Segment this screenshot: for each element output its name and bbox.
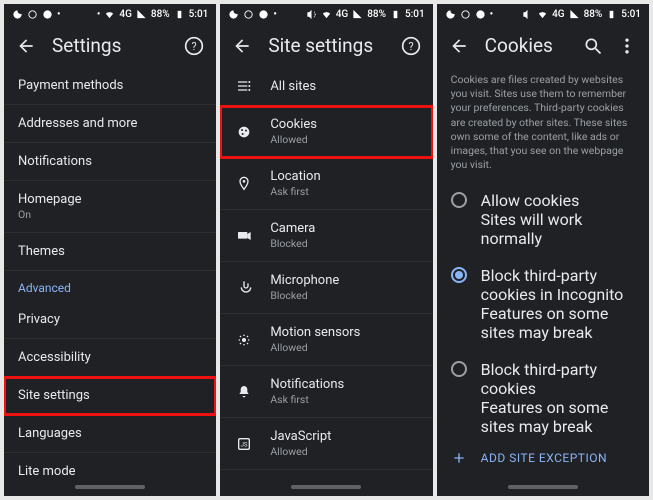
moon-icon: [445, 9, 456, 20]
row-icon: [234, 384, 254, 400]
app-bar: Settings ?: [4, 24, 216, 67]
app-bar: Site settings ?: [220, 24, 432, 67]
row-icon: [234, 228, 254, 244]
list-item[interactable]: Lite modeOff: [4, 453, 216, 478]
svg-text:?: ?: [408, 40, 413, 53]
settings-list: Payment methodsAddresses and moreNotific…: [4, 67, 216, 478]
list-item[interactable]: Languages: [4, 415, 216, 453]
search-icon[interactable]: [583, 36, 603, 56]
battery-icon: [606, 9, 617, 20]
page-title: Settings: [52, 34, 168, 57]
chat-icon: [475, 9, 486, 20]
sync-icon: [243, 9, 254, 20]
add-site-exception[interactable]: ADD SITE EXCEPTION: [437, 438, 649, 478]
sync-icon: [460, 9, 471, 20]
nav-bar: [4, 478, 216, 496]
list-item[interactable]: All sites: [220, 67, 432, 106]
wifi-icon: [321, 9, 332, 20]
list-item[interactable]: CookiesAllowed: [220, 106, 432, 158]
signal-icon: [569, 9, 580, 20]
list-item[interactable]: CameraBlocked: [220, 210, 432, 262]
help-icon[interactable]: ?: [401, 36, 421, 56]
row-icon: JS: [234, 436, 254, 452]
radio-option[interactable]: Allow cookiesSites will work normally: [437, 182, 649, 257]
status-bar: • 4G 88% 5:01: [220, 4, 432, 24]
row-icon: [234, 332, 254, 348]
list-item[interactable]: HomepageOn: [4, 181, 216, 233]
app-bar: Cookies: [437, 24, 649, 67]
nav-bar: [437, 478, 649, 496]
chat-icon: [258, 9, 269, 20]
mute-icon: [522, 9, 533, 20]
back-icon[interactable]: [16, 36, 36, 56]
row-icon: [234, 280, 254, 296]
back-icon[interactable]: [449, 36, 469, 56]
list-item[interactable]: Notifications: [4, 143, 216, 181]
advanced-label[interactable]: Advanced: [4, 271, 216, 301]
chat-icon: [42, 9, 53, 20]
row-icon: [234, 78, 254, 94]
status-bar: • • 4G 88% 5:01: [4, 4, 216, 24]
radio-option[interactable]: Block third-party cookiesFeatures on som…: [437, 351, 649, 438]
help-icon[interactable]: ?: [184, 36, 204, 56]
menu-icon[interactable]: [617, 36, 637, 56]
moon-icon: [12, 9, 23, 20]
site-settings-screen: • 4G 88% 5:01 Site settings ? All sitesC…: [220, 4, 432, 496]
svg-text:?: ?: [192, 40, 197, 53]
signal-icon: [352, 9, 363, 20]
list-item[interactable]: JSJavaScriptAllowed: [220, 418, 432, 470]
list-item[interactable]: Privacy: [4, 301, 216, 339]
list-item[interactable]: Accessibility: [4, 339, 216, 377]
radio-icon: [451, 361, 467, 377]
back-icon[interactable]: [232, 36, 252, 56]
signal-icon: [136, 9, 147, 20]
add-site-label: ADD SITE EXCEPTION: [481, 451, 607, 465]
svg-text:JS: JS: [241, 441, 248, 448]
list-item[interactable]: Payment methods: [4, 67, 216, 105]
radio-icon: [451, 192, 467, 208]
battery-icon: [174, 9, 185, 20]
row-icon: [234, 176, 254, 192]
radio-option[interactable]: Block third-party cookies in IncognitoFe…: [437, 257, 649, 351]
cookies-screen: • 4G 88% 5:01 Cookies Cookies are files …: [437, 4, 649, 496]
list-item[interactable]: MicrophoneBlocked: [220, 262, 432, 314]
list-item[interactable]: Pop-ups and redirectsBlocked: [220, 470, 432, 478]
wifi-icon: [104, 9, 115, 20]
site-settings-list: All sitesCookiesAllowedLocationAsk first…: [220, 67, 432, 478]
settings-screen: • • 4G 88% 5:01 Settings ? Payment metho…: [4, 4, 216, 496]
list-item[interactable]: Themes: [4, 233, 216, 271]
list-item[interactable]: Motion sensorsAllowed: [220, 314, 432, 366]
status-bar: • 4G 88% 5:01: [437, 4, 649, 24]
nav-bar: [220, 478, 432, 496]
battery-icon: [390, 9, 401, 20]
wifi-icon: [537, 9, 548, 20]
moon-icon: [228, 9, 239, 20]
list-item[interactable]: Addresses and more: [4, 105, 216, 143]
list-item[interactable]: LocationAsk first: [220, 158, 432, 210]
mute-icon: [306, 9, 317, 20]
cookies-options: Allow cookiesSites will work normallyBlo…: [437, 182, 649, 438]
list-item[interactable]: NotificationsAsk first: [220, 366, 432, 418]
row-icon: [234, 124, 254, 140]
cookies-description: Cookies are files created by websites yo…: [437, 67, 649, 182]
list-item[interactable]: Site settings: [4, 377, 216, 415]
page-title: Site settings: [268, 34, 384, 57]
radio-icon: [451, 267, 467, 283]
page-title: Cookies: [485, 34, 567, 57]
plus-icon: [451, 450, 467, 466]
sync-icon: [27, 9, 38, 20]
